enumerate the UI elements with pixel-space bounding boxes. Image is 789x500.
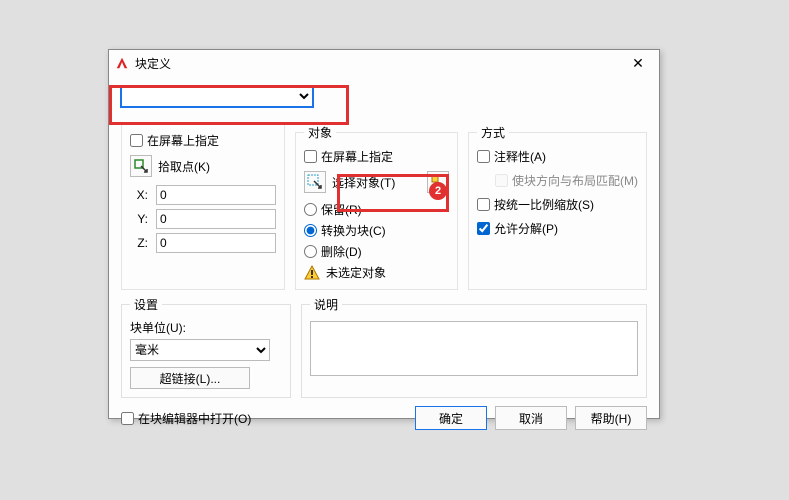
none-selected-label: 未选定对象 (326, 264, 386, 281)
x-input[interactable] (156, 185, 276, 205)
pick-point-label: 拾取点(K) (158, 158, 210, 175)
allow-explode-label: 允许分解(P) (494, 220, 558, 237)
block-unit-label: 块单位(U): (130, 319, 282, 336)
block-unit-select[interactable]: 毫米 (130, 339, 270, 361)
select-objects-label: 选择对象(T) (332, 174, 395, 191)
delete-label: 删除(D) (321, 243, 362, 260)
delete-radio[interactable] (304, 245, 317, 258)
basepoint-group: 在屏幕上指定 拾取点(K) X: Y: Z: (121, 124, 285, 290)
basepoint-onscreen-checkbox[interactable] (130, 134, 143, 147)
objects-onscreen-label: 在屏幕上指定 (321, 148, 393, 165)
allow-explode-checkbox[interactable] (477, 222, 490, 235)
pick-point-button[interactable] (130, 155, 152, 177)
app-logo-icon (115, 56, 129, 70)
retain-label: 保留(R) (321, 201, 362, 218)
block-definition-dialog: 2 块定义 ✕ 在屏幕上指定 拾取点(K) (108, 49, 660, 419)
annotative-checkbox[interactable] (477, 150, 490, 163)
title-bar: 块定义 ✕ (109, 50, 659, 76)
behavior-group: 方式 注释性(A) 使块方向与布局匹配(M) 按统一比例缩放(S) 允许分解(P… (468, 124, 647, 290)
warning-icon (304, 265, 320, 281)
y-label: Y: (130, 212, 148, 226)
convert-label: 转换为块(C) (321, 222, 386, 239)
basepoint-onscreen-label: 在屏幕上指定 (147, 132, 219, 149)
settings-group: 设置 块单位(U): 毫米 超链接(L)... (121, 296, 291, 398)
scale-uniform-label: 按统一比例缩放(S) (494, 196, 594, 213)
z-label: Z: (130, 236, 148, 250)
dialog-title: 块定义 (135, 55, 623, 72)
settings-legend: 设置 (130, 296, 162, 313)
pick-point-icon (133, 158, 149, 174)
z-input[interactable] (156, 233, 276, 253)
objects-onscreen-checkbox[interactable] (304, 150, 317, 163)
select-objects-icon (307, 174, 323, 190)
objects-group: 对象 在屏幕上指定 选择对象(T) 保留(R (295, 124, 458, 290)
open-in-editor-checkbox[interactable] (121, 412, 134, 425)
block-name-combo[interactable] (121, 86, 313, 107)
match-orientation-checkbox (495, 174, 508, 187)
objects-legend: 对象 (304, 124, 336, 141)
description-textarea[interactable] (310, 321, 638, 376)
help-button[interactable]: 帮助(H) (575, 406, 647, 430)
close-button[interactable]: ✕ (623, 52, 653, 74)
retain-radio[interactable] (304, 203, 317, 216)
convert-radio[interactable] (304, 224, 317, 237)
ok-button[interactable]: 确定 (415, 406, 487, 430)
annotation-badge-2: 2 (429, 182, 447, 200)
behavior-legend: 方式 (477, 124, 509, 141)
cancel-button[interactable]: 取消 (495, 406, 567, 430)
description-legend: 说明 (310, 296, 342, 313)
annotative-label: 注释性(A) (494, 148, 546, 165)
match-orientation-label: 使块方向与布局匹配(M) (512, 172, 638, 189)
hyperlink-button[interactable]: 超链接(L)... (130, 367, 250, 389)
scale-uniform-checkbox[interactable] (477, 198, 490, 211)
select-objects-button[interactable] (304, 171, 326, 193)
description-group: 说明 (301, 296, 647, 398)
x-label: X: (130, 188, 148, 202)
open-in-editor-label: 在块编辑器中打开(O) (138, 410, 251, 427)
y-input[interactable] (156, 209, 276, 229)
